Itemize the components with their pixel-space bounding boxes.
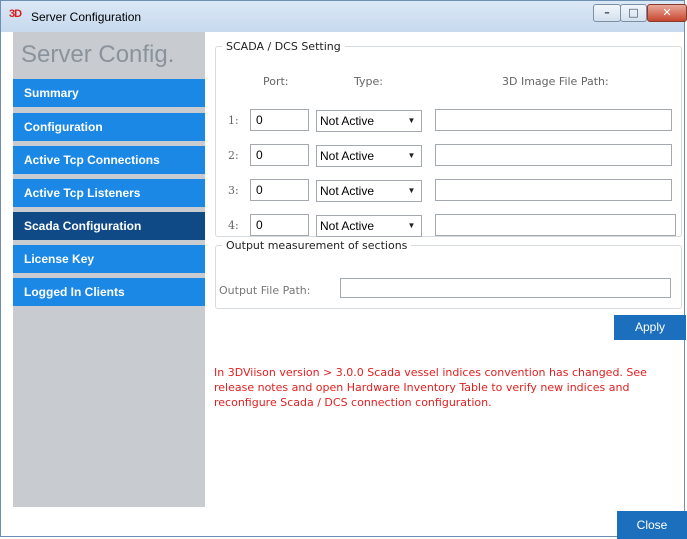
image-path-input[interactable] xyxy=(435,144,672,166)
type-select-value: Not Active xyxy=(320,149,375,163)
row-label: 2: xyxy=(228,149,239,162)
chevron-down-icon[interactable]: ▼ xyxy=(402,216,421,236)
chevron-down-icon[interactable]: ▼ xyxy=(402,111,421,131)
type-column-header: Type: xyxy=(354,75,383,88)
type-select[interactable]: Not Active ▼ xyxy=(316,145,422,167)
row-label: 1: xyxy=(228,114,239,127)
version-notice: In 3DViison version > 3.0.0 Scada vessel… xyxy=(214,366,647,409)
port-input[interactable]: 0 xyxy=(250,179,309,201)
app-logo-icon: 3D xyxy=(9,8,22,20)
row-label: 4: xyxy=(228,219,239,232)
output-measurement-legend: Output measurement of sections xyxy=(226,239,408,252)
sidebar-item-configuration[interactable]: Configuration xyxy=(13,113,205,141)
scada-settings-legend: SCADA / DCS Setting xyxy=(226,40,341,53)
sidebar-item-logged-in-clients[interactable]: Logged In Clients xyxy=(13,278,205,306)
image-path-column-header: 3D Image File Path: xyxy=(502,75,609,88)
port-column-header: Port: xyxy=(263,75,289,88)
type-select[interactable]: Not Active ▼ xyxy=(316,215,422,237)
port-input[interactable]: 0 xyxy=(250,214,309,236)
output-measurement-group: Output measurement of sections Output Fi… xyxy=(215,239,682,309)
output-file-path-input[interactable] xyxy=(340,278,671,298)
maximize-icon: □ xyxy=(628,6,639,19)
sidebar-item-scada-configuration[interactable]: Scada Configuration xyxy=(13,212,205,240)
port-input[interactable]: 0 xyxy=(250,109,309,131)
scada-settings-group: SCADA / DCS Setting Port: Type: 3D Image… xyxy=(215,40,682,237)
image-path-input[interactable] xyxy=(435,214,676,236)
server-configuration-window: 3D Server Configuration – □ ✕ Server Con… xyxy=(0,0,687,539)
port-input[interactable]: 0 xyxy=(250,144,309,166)
image-path-input[interactable] xyxy=(435,179,672,201)
chevron-down-icon[interactable]: ▼ xyxy=(402,146,421,166)
type-select-value: Not Active xyxy=(320,184,375,198)
chevron-down-icon[interactable]: ▼ xyxy=(402,181,421,201)
sidebar-title: Server Config. xyxy=(21,41,175,68)
minimize-icon: – xyxy=(604,6,610,19)
maximize-button[interactable]: □ xyxy=(620,4,647,22)
type-select[interactable]: Not Active ▼ xyxy=(316,110,422,132)
type-select-value: Not Active xyxy=(320,219,375,233)
sidebar-item-active-tcp-listeners[interactable]: Active Tcp Listeners xyxy=(13,179,205,207)
apply-button[interactable]: Apply xyxy=(614,315,686,340)
close-button[interactable]: Close xyxy=(617,511,687,539)
sidebar-item-summary[interactable]: Summary xyxy=(13,79,205,107)
window-title: Server Configuration xyxy=(31,10,142,24)
close-icon: ✕ xyxy=(662,6,672,19)
window-close-button[interactable]: ✕ xyxy=(647,4,687,22)
sidebar-item-active-tcp-connections[interactable]: Active Tcp Connections xyxy=(13,146,205,174)
minimize-button[interactable]: – xyxy=(593,4,621,22)
image-path-input[interactable] xyxy=(435,109,672,131)
type-select[interactable]: Not Active ▼ xyxy=(316,180,422,202)
output-file-path-label: Output File Path: xyxy=(219,284,311,297)
type-select-value: Not Active xyxy=(320,114,375,128)
sidebar-item-license-key[interactable]: License Key xyxy=(13,245,205,273)
title-bar[interactable]: 3D Server Configuration – □ ✕ xyxy=(1,1,687,32)
main-content: SCADA / DCS Setting Port: Type: 3D Image… xyxy=(205,32,687,539)
sidebar: Server Config. Summary Configuration Act… xyxy=(13,32,205,507)
row-label: 3: xyxy=(228,184,239,197)
